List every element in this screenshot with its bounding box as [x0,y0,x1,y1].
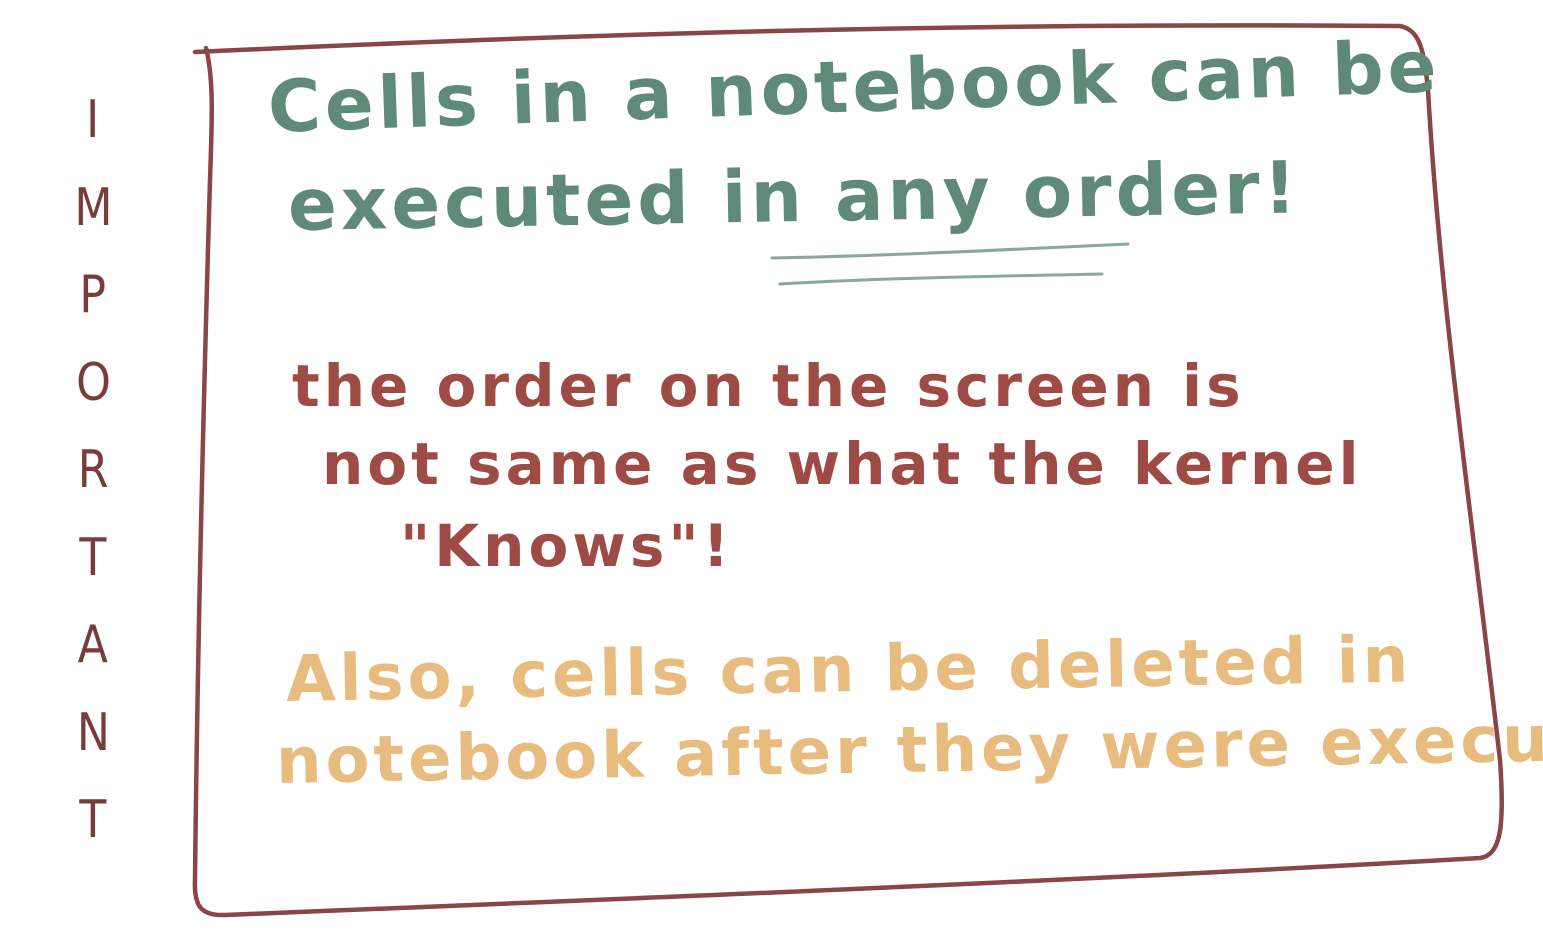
important-letter: P [79,265,107,325]
detail-line-2: not same as what the kernel [322,430,1363,498]
important-letter: O [75,352,111,413]
important-letter: T [79,790,107,850]
underline-stroke-1 [770,242,1130,260]
important-letter: I [86,90,100,150]
emphasis-any-order: any order [834,145,1265,238]
detail-line-1: the order on the screen is [292,352,1245,420]
important-letter: R [77,440,109,500]
detail-line-3: "Knows"! [400,512,734,580]
important-label: IMPORTANT [58,90,128,850]
underline-stroke-2 [778,272,1104,286]
main-line-2-start: executed in [287,153,836,247]
main-line-2: executed in any order! [287,142,1301,250]
important-letter: T [79,527,107,588]
important-letter: N [76,702,110,763]
important-letter: M [73,177,113,238]
exclamation-mark: ! [1262,145,1302,230]
important-letter: A [77,615,109,675]
